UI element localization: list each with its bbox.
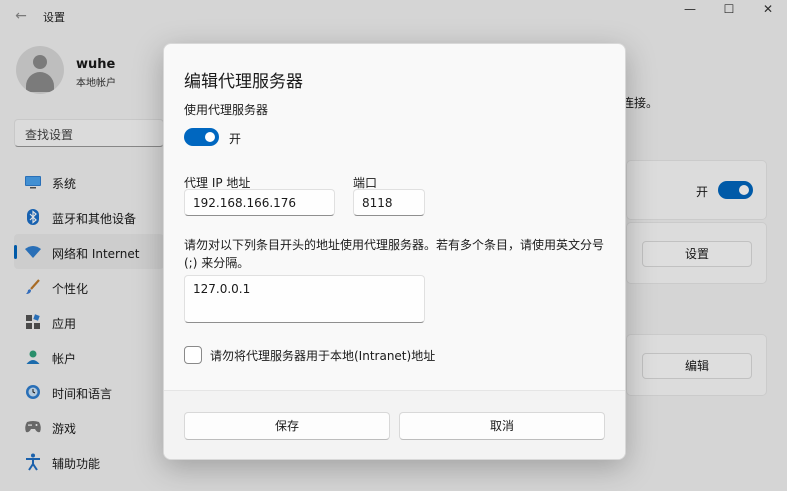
bypass-local-checkbox[interactable]	[184, 346, 202, 364]
save-button[interactable]: 保存	[184, 412, 390, 440]
use-proxy-label: 使用代理服务器	[184, 103, 269, 117]
edit-proxy-dialog: 编辑代理服务器 使用代理服务器 开 代理 IP 地址 192.168.166.1…	[163, 43, 626, 460]
dialog-title: 编辑代理服务器	[184, 72, 303, 92]
toggle-knob	[205, 132, 215, 142]
toggle-state-label: 开	[229, 132, 242, 146]
port-field[interactable]: 8118	[353, 189, 425, 216]
use-proxy-toggle[interactable]	[184, 128, 219, 146]
bypass-local-label: 请勿将代理服务器用于本地(Intranet)地址	[210, 349, 436, 363]
exceptions-textarea[interactable]: 127.0.0.1	[184, 275, 425, 323]
proxy-ip-field[interactable]: 192.168.166.176	[184, 189, 335, 216]
cancel-button[interactable]: 取消	[399, 412, 605, 440]
dialog-footer: 保存 取消	[164, 390, 625, 459]
exceptions-description: 请勿对以下列条目开头的地址使用代理服务器。若有多个条目，请使用英文分号 (;) …	[184, 238, 605, 270]
